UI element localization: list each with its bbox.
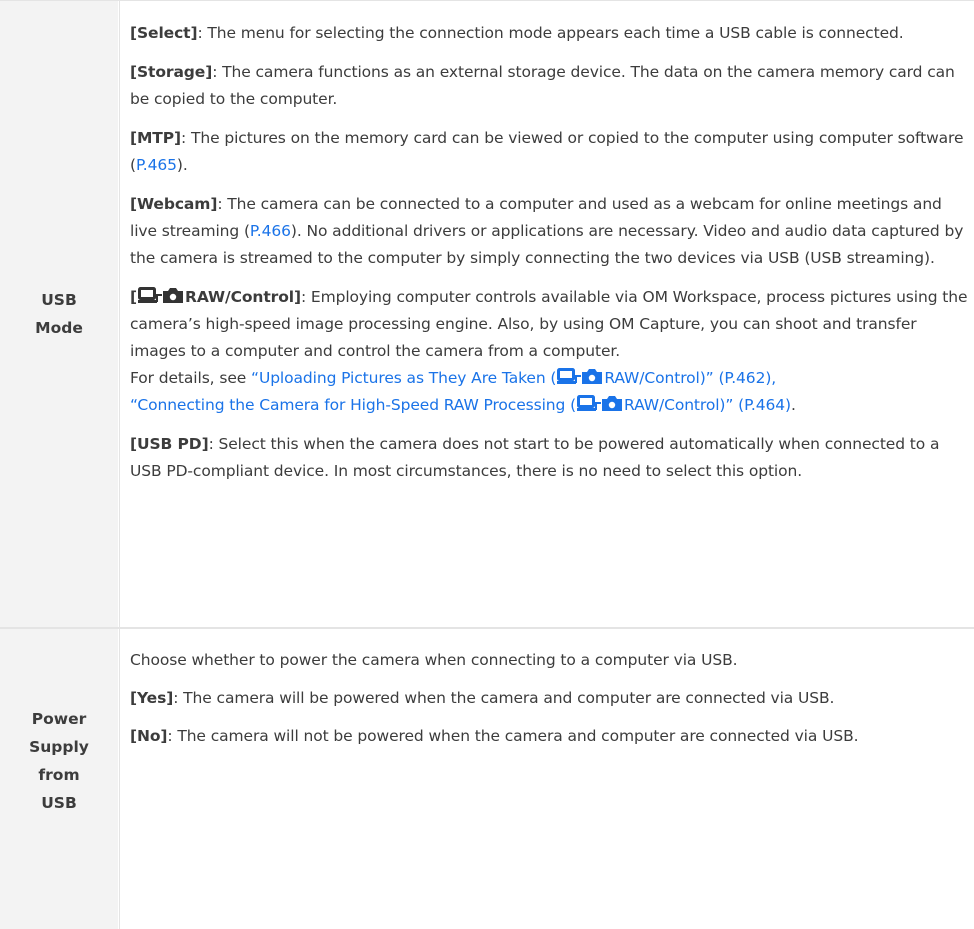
option-usb-pd: [USB PD]: Select this when the camera do… xyxy=(130,431,968,485)
link-text: RAW/Control)” (P.464) xyxy=(624,396,791,414)
option-raw-control: [ RAW/Control]: Employing computer contr… xyxy=(130,284,968,419)
option-no: [No]: The camera will not be powered whe… xyxy=(130,723,968,750)
option-key: [MTP] xyxy=(130,129,182,147)
option-key: [Select] xyxy=(130,24,198,42)
row-body-usb-mode: [Select]: The menu for selecting the con… xyxy=(118,1,974,627)
link-text: RAW/Control)” (P.462) xyxy=(604,369,772,387)
option-select: [Select]: The menu for selecting the con… xyxy=(130,20,968,47)
option-storage: [Storage]: The camera functions as an ex… xyxy=(130,59,968,113)
option-key: [Webcam] xyxy=(130,195,218,213)
link-uploading-pictures[interactable]: “Uploading Pictures as They Are Taken ( … xyxy=(251,368,772,387)
page-link-p466[interactable]: P.466 xyxy=(250,222,291,240)
option-key: [USB PD] xyxy=(130,435,209,453)
option-desc: : Select this when the camera does not s… xyxy=(130,435,940,480)
row-body-power-supply: Choose whether to power the camera when … xyxy=(118,629,974,929)
key-bracket: [ xyxy=(130,288,137,306)
row-usb-mode: USB Mode [Select]: The menu for selectin… xyxy=(0,0,974,627)
settings-table: USB Mode [Select]: The menu for selectin… xyxy=(0,0,974,929)
option-desc: : The camera functions as an external st… xyxy=(130,63,955,108)
power-supply-intro: Choose whether to power the camera when … xyxy=(130,651,738,669)
pc-camera-connection-icon xyxy=(577,395,623,411)
link-text: “Connecting the Camera for High-Speed RA… xyxy=(130,396,577,414)
pc-camera-connection-icon xyxy=(137,287,183,303)
option-desc-end: ). xyxy=(176,156,188,174)
option-key: [No] xyxy=(130,727,168,745)
option-desc: : The menu for selecting the connection … xyxy=(197,24,904,42)
link-connecting-camera-raw[interactable]: “Connecting the Camera for High-Speed RA… xyxy=(130,395,791,414)
row-power-supply-from-usb: Power Supply from USB Choose whether to … xyxy=(0,627,974,929)
link-text: “Uploading Pictures as They Are Taken ( xyxy=(251,369,557,387)
option-key: [Storage] xyxy=(130,63,213,81)
details-prefix: For details, see xyxy=(130,369,252,387)
link-separator: , xyxy=(771,369,777,387)
key-text: RAW/Control] xyxy=(184,288,301,306)
sentence-end: . xyxy=(790,396,796,414)
option-desc: : The camera will not be powered when th… xyxy=(167,727,859,745)
option-key: [Yes] xyxy=(130,689,174,707)
option-desc: : The camera will be powered when the ca… xyxy=(173,689,835,707)
option-key: [ RAW/Control] xyxy=(130,287,301,306)
row-header-usb-mode: USB Mode xyxy=(0,1,118,627)
option-desc: : The pictures on the memory card can be… xyxy=(130,129,964,174)
pc-camera-connection-icon xyxy=(557,368,603,384)
option-webcam: [Webcam]: The camera can be connected to… xyxy=(130,191,968,272)
page-link-p465[interactable]: P.465 xyxy=(136,156,177,174)
option-mtp: [MTP]: The pictures on the memory card c… xyxy=(130,125,968,179)
option-yes: [Yes]: The camera will be powered when t… xyxy=(130,685,968,712)
row-header-power-supply: Power Supply from USB xyxy=(0,629,118,929)
